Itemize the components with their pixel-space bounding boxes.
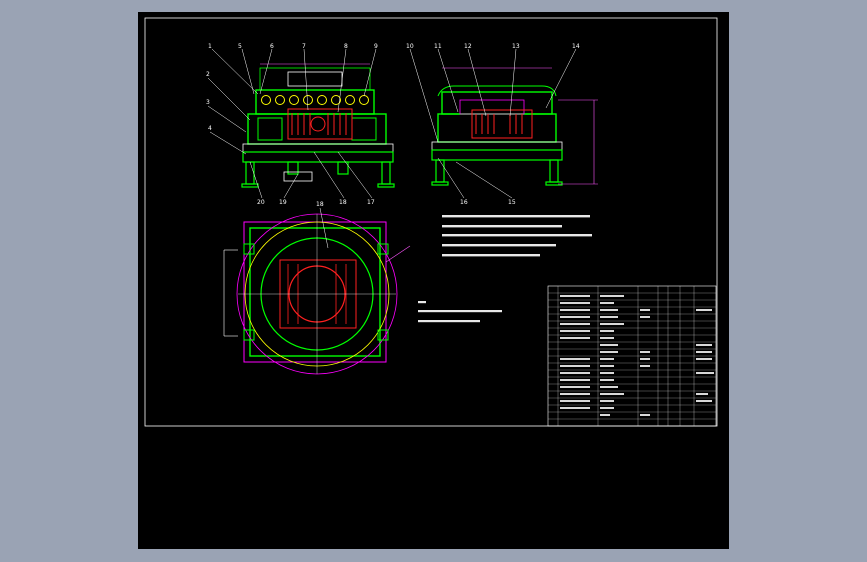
roller-row xyxy=(261,95,369,105)
svg-text:14: 14 xyxy=(572,43,580,50)
cad-drawing: 1 2 3 4 5 6 7 8 9 20 19 18 17 10 11 12 1… xyxy=(144,17,718,427)
svg-text:19: 19 xyxy=(279,199,287,206)
technical-notes xyxy=(442,215,592,257)
svg-text:12: 12 xyxy=(464,43,472,50)
svg-text:8: 8 xyxy=(344,43,348,50)
top-cover-plate xyxy=(287,71,343,87)
parts-list-table xyxy=(547,285,717,427)
svg-text:1: 1 xyxy=(208,43,212,50)
support-legs xyxy=(241,161,395,188)
svg-text:9: 9 xyxy=(374,43,378,50)
svg-text:13: 13 xyxy=(512,43,520,50)
svg-text:4: 4 xyxy=(208,125,212,132)
top-view: 18 xyxy=(223,201,411,375)
svg-text:10: 10 xyxy=(406,43,414,50)
svg-text:6: 6 xyxy=(270,43,274,50)
svg-text:5: 5 xyxy=(238,43,242,50)
svg-text:17: 17 xyxy=(367,199,375,206)
base-beam xyxy=(242,143,394,153)
svg-text:18: 18 xyxy=(339,199,347,206)
dimension-arrow-icon xyxy=(385,245,411,263)
svg-text:3: 3 xyxy=(206,99,210,106)
svg-text:11: 11 xyxy=(434,43,442,50)
side-view: 10 11 12 13 14 16 15 xyxy=(406,43,598,206)
assembly-notes xyxy=(418,301,502,323)
svg-text:18: 18 xyxy=(316,201,324,208)
svg-text:7: 7 xyxy=(302,43,306,50)
svg-text:2: 2 xyxy=(206,71,210,78)
drawing-border xyxy=(144,17,718,427)
front-view: 1 2 3 4 5 6 7 8 9 20 19 18 17 xyxy=(206,43,395,206)
roller-frame xyxy=(255,89,375,115)
svg-text:16: 16 xyxy=(460,199,468,206)
table-cell-blocks xyxy=(560,295,714,416)
svg-text:20: 20 xyxy=(257,199,265,206)
svg-text:15: 15 xyxy=(508,199,516,206)
cad-drawing-viewport[interactable]: 1 2 3 4 5 6 7 8 9 20 19 18 17 10 11 12 1… xyxy=(138,12,729,549)
